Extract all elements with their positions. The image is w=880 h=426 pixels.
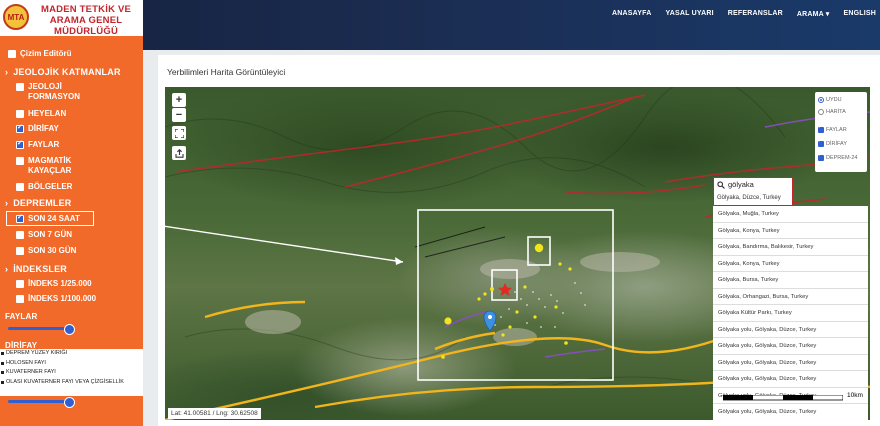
scale-bar: 10km	[723, 392, 863, 406]
list-item[interactable]: Gölyaka, Bursa, Turkey	[713, 272, 868, 289]
checkbox-checked[interactable]	[818, 152, 824, 161]
list-item[interactable]: Gölyaka yolu, Gölyaka, Düzce, Turkey	[713, 322, 868, 338]
search-box-highlighted: Gölyaka, Düzce, Turkey	[713, 177, 793, 206]
overlay-active-fault[interactable]: DİRİFAY	[818, 138, 847, 147]
checkbox[interactable]	[16, 157, 24, 165]
legend-item: KUVATERNER FAYI	[0, 368, 143, 378]
layer-faults[interactable]: FAYLAR	[16, 139, 59, 150]
checkbox[interactable]	[16, 295, 24, 303]
layer-regions[interactable]: BÖLGELER	[16, 182, 72, 192]
search-input[interactable]	[728, 180, 788, 189]
legend-item: HOLOSEN FAYI	[0, 359, 143, 369]
radio[interactable]	[818, 109, 824, 115]
share-button[interactable]	[172, 146, 186, 160]
layer-magmatic-rocks[interactable]: MAGMATİK KAYAÇLAR	[16, 156, 88, 176]
chevron-right-icon: ›	[5, 67, 9, 77]
main-nav: ANASAYFA YASAL UYARI REFERANSLAR ARAMA ▾…	[612, 10, 876, 18]
fullscreen-icon	[174, 128, 184, 138]
list-item[interactable]: Gölyaka, Bandırma, Balıkesir, Turkey	[713, 239, 868, 256]
layer-last-30d[interactable]: SON 30 GÜN	[16, 246, 76, 256]
list-item[interactable]: Gölyaka, Konya, Turkey	[713, 223, 868, 239]
share-icon	[174, 148, 184, 158]
map-canvas[interactable]: + − UYDU HARİTA FAYLAR DİRİFAY DEPREM-24…	[165, 87, 870, 420]
checkbox-checked[interactable]	[16, 123, 24, 133]
nav-references[interactable]: REFERANSLAR	[728, 10, 783, 18]
place-search: Gölyaka, Muğla, Turkey Gölyaka, Konya, T…	[713, 177, 868, 420]
checkbox[interactable]	[16, 247, 24, 255]
list-item[interactable]: Gölyaka, Düzce, Turkey	[717, 195, 781, 201]
logo[interactable]: MTA MADEN TETKİK VE ARAMA GENEL MÜDÜRLÜĞ…	[0, 0, 143, 37]
org-name: MADEN TETKİK VE ARAMA GENEL MÜDÜRLÜĞÜ	[40, 4, 132, 37]
coordinate-readout: Lat: 41.00581 / Lng: 30.62508	[168, 408, 261, 419]
checkbox-checked[interactable]	[818, 138, 824, 147]
callout-line	[165, 225, 404, 263]
layer-last-24h[interactable]: SON 24 SAAT	[16, 213, 80, 224]
checkbox[interactable]	[8, 50, 16, 58]
checkbox[interactable]	[16, 280, 24, 288]
zoom-in-button[interactable]: +	[172, 93, 186, 107]
list-item[interactable]: Gölyaka, Muğla, Turkey	[713, 206, 868, 223]
faults-opacity-slider[interactable]	[8, 324, 75, 335]
checkbox[interactable]	[16, 231, 24, 239]
drawing-editor-toggle[interactable]: Çizim Editörü	[8, 49, 72, 59]
checkbox[interactable]	[16, 83, 24, 91]
checkbox[interactable]	[16, 183, 24, 191]
fault-legend: DEPREM YÜZEY KIRIĞI HOLOSEN FAYI KUVATER…	[0, 349, 143, 396]
section-earthquakes[interactable]: › DEPREMLER	[5, 198, 72, 208]
layer-landslide[interactable]: HEYELAN	[16, 109, 66, 119]
checkbox-checked[interactable]	[16, 139, 24, 149]
base-satellite[interactable]: UYDU	[818, 97, 842, 103]
layer-sidebar: Çizim Editörü › JEOLOJİK KATMANLAR JEOLOJ…	[0, 36, 143, 426]
checkbox-checked[interactable]	[16, 213, 24, 223]
layer-index-25000[interactable]: İNDEKS 1/25.000	[16, 279, 92, 289]
list-item[interactable]: Gölyaka, Konya, Turkey	[713, 256, 868, 272]
checkbox-checked[interactable]	[818, 124, 824, 133]
faults-opacity-label: FAYLAR	[5, 312, 38, 321]
legend-item: OLASI KUVATERNER FAYI VEYA ÇİZGİSELLİK	[0, 378, 143, 388]
nav-home[interactable]: ANASAYFA	[612, 10, 651, 18]
scale-bar-graphic	[723, 395, 843, 401]
checkbox[interactable]	[16, 110, 24, 118]
overlay-faults[interactable]: FAYLAR	[818, 124, 847, 133]
drawing-editor-label: Çizim Editörü	[20, 49, 72, 58]
active-fault-opacity-slider[interactable]	[8, 397, 75, 408]
zoom-out-button[interactable]: −	[172, 108, 186, 122]
nav-search-dropdown[interactable]: ARAMA ▾	[797, 10, 830, 18]
legend-item: DEPREM YÜZEY KIRIĞI	[0, 349, 143, 359]
base-map[interactable]: HARİTA	[818, 109, 846, 115]
list-item[interactable]: Gölyaka yolu, Gölyaka, Düzce, Turkey	[713, 371, 868, 388]
suggestion-list: Gölyaka, Muğla, Turkey Gölyaka, Konya, T…	[713, 206, 868, 420]
nav-english[interactable]: ENGLISH	[843, 10, 876, 18]
list-item[interactable]: Gölyaka Kültür Parkı, Turkey	[713, 305, 868, 322]
list-item[interactable]: Gölyaka yolu, Gölyaka, Düzce, Turkey	[713, 355, 868, 371]
mta-logo-icon: MTA	[3, 4, 29, 30]
layer-geology-formation[interactable]: JEOLOJİ FORMASYON	[16, 82, 126, 102]
overlay-quake-24[interactable]: DEPREM-24	[818, 152, 857, 161]
list-item[interactable]: Gölyaka yolu, Gölyaka, Düzce, Turkey	[713, 404, 868, 420]
location-pin	[483, 310, 497, 332]
fullscreen-button[interactable]	[172, 126, 186, 140]
chevron-right-icon: ›	[5, 264, 9, 274]
section-indexes[interactable]: › İNDEKSLER	[5, 264, 67, 274]
list-item[interactable]: Gölyaka, Orhangazi, Bursa, Turkey	[713, 289, 868, 305]
layer-last-7d[interactable]: SON 7 GÜN	[16, 230, 72, 240]
section-geology-layers[interactable]: › JEOLOJİK KATMANLAR	[5, 67, 121, 77]
search-icon	[717, 180, 725, 189]
page-title: Yerbilimleri Harita Görüntüleyici	[167, 67, 286, 77]
nav-legal[interactable]: YASAL UYARI	[665, 10, 713, 18]
layer-index-100000[interactable]: İNDEKS 1/100.000	[16, 294, 96, 304]
list-item[interactable]: Gölyaka yolu, Gölyaka, Düzce, Turkey	[713, 338, 868, 355]
chevron-right-icon: ›	[5, 198, 9, 208]
radio-selected[interactable]	[818, 97, 824, 103]
layer-switcher: UYDU HARİTA FAYLAR DİRİFAY DEPREM-24	[815, 92, 867, 172]
layer-active-fault[interactable]: DİRİFAY	[16, 123, 59, 134]
scale-label: 10km	[847, 392, 863, 399]
epicenter-star	[498, 283, 512, 296]
